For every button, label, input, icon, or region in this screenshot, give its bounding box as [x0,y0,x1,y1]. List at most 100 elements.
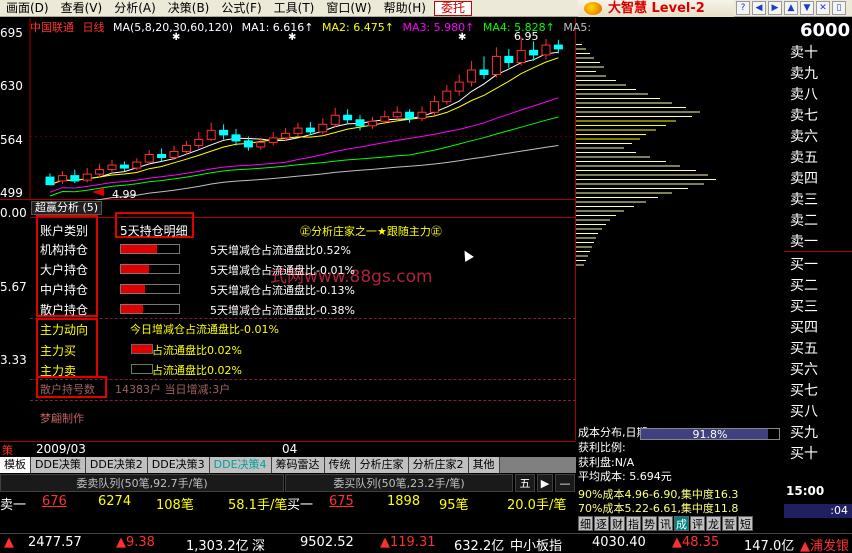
vap-bar [576,111,700,113]
help-icon[interactable]: ? [736,1,750,15]
info-button[interactable]: 细 [578,516,593,531]
info-button[interactable]: 龙 [706,516,721,531]
holding-bar [120,304,180,314]
kline-chart[interactable]: 中国联通 日线 MA(5,8,20,30,60,120) MA1: 6.616↑… [0,18,591,200]
info-button[interactable]: 誓 [722,516,737,531]
five-level-button[interactable]: 五 [515,474,535,492]
indicator-tab[interactable]: DDE决策4 [209,457,272,473]
holding-label: 中户持仓 [40,283,89,297]
candle-body [293,127,303,134]
info-button[interactable]: 讯 [658,516,673,531]
event-star-icon: ✱ [288,32,296,43]
vap-bar [576,188,688,189]
vap-bar [576,264,584,266]
next-arrow-button[interactable]: ▶ [537,474,553,492]
indicator-tab[interactable]: DDE决策3 [147,457,210,473]
bid-level-label: 买九 [790,425,818,441]
ask-level-label: 卖九 [790,66,818,82]
indicator-tab[interactable]: 筹码雷达 [271,457,325,473]
arrow-down-icon[interactable]: ▼ [800,1,814,15]
bid-level-label: 买七 [790,383,818,399]
candle-body [467,69,477,83]
main-buy-text: 占流通盘比0.02% [152,344,242,357]
info-button[interactable]: 逐 [594,516,609,531]
info-buttons: 细逐财指势讯成评龙誓短 [578,516,753,531]
vap-bar [576,251,590,252]
info-button[interactable]: 短 [738,516,753,531]
vap-bar [576,89,636,90]
holding-label: 大户持仓 [40,263,89,277]
brand-logo-icon [584,2,602,15]
menu-item[interactable]: 画面(D) [0,0,55,17]
ticker-sme-amount: 147.0亿 [744,539,795,553]
toolbar-icons: ? ◀ ▶ ▲ ▼ ✕ ▯ [736,1,846,16]
ask-level-label: 卖七 [790,108,818,124]
buy-one-row: 买一 675 1898 95笔 20.0手/笔 [287,494,569,513]
vap-bar [576,165,680,167]
bid-level-label: 买四 [790,320,818,336]
ask-level-label: 卖五 [790,150,818,166]
menu-item[interactable]: 决策(B) [162,0,216,17]
price-label-right: 6000 [800,20,851,41]
info-button[interactable]: 势 [642,516,657,531]
vap-bar [576,197,658,198]
bid-level-label: 买八 [790,404,818,420]
close-window-icon[interactable]: ✕ [816,1,830,15]
menu-item[interactable]: 公式(F) [215,0,267,17]
menu-item[interactable]: 帮助(H) [378,0,432,17]
indicator-tab[interactable]: 分析庄家2 [408,457,469,473]
ticker-sz-index: 9502.52 [300,535,354,550]
candle-body [429,101,439,113]
vap-bar [576,206,634,207]
indicator-tab[interactable]: DDE决策2 [85,457,148,473]
vap-bar [576,116,692,117]
ask-level-label: 卖四 [790,171,818,187]
section-divider [30,379,576,380]
bid-level-label: 买六 [790,362,818,378]
candle-body [231,134,241,142]
arrow-up-icon[interactable]: ▲ [784,1,798,15]
holding-text: 5天增减仓占流通盘比0.52% [210,244,351,257]
candle-body [256,141,266,148]
indicator-tab[interactable]: 其他 [468,457,500,473]
holding-bar [120,264,180,274]
panel-title[interactable]: 超赢分析 (5) [31,201,103,215]
holding-label: 散户持仓 [40,303,89,317]
info-button[interactable]: 财 [610,516,625,531]
vap-bar [576,183,704,185]
ticker-sme-label: 中小板指 [510,539,563,553]
candle-body [219,129,229,136]
info-button[interactable]: 评 [690,516,705,531]
panel-y-tick: 0.00 [0,206,27,220]
arrow-left-icon[interactable]: ◀ [752,1,766,15]
vap-bar [576,44,582,45]
sell-queue-header[interactable]: 委卖队列(50笔,92.7手/笔) [0,474,284,492]
indicator-tab[interactable]: DDE决策 [31,457,86,473]
indicator-tab[interactable]: 模板 [0,457,31,473]
ma-line [49,97,559,193]
ask-level-label: 卖二 [790,213,818,229]
menu-item[interactable]: 查看(V) [55,0,109,17]
event-star-icon: ✱ [172,32,180,43]
info-button[interactable]: 指 [626,516,641,531]
candle-body [107,164,117,171]
bid-level-label: 买一 [790,257,818,273]
vap-bar [576,210,624,212]
folder-icon[interactable]: ▯ [832,1,846,15]
candle-body [491,55,501,76]
kline-svg: 6.95 4.99 ✱ ✱ ✱ [29,18,576,200]
candle-body [330,114,340,125]
info-button[interactable]: 成 [674,516,689,531]
menu-item-active[interactable]: 委托 [433,0,472,16]
buy-queue-header[interactable]: 委买队列(50笔,23.2手/笔) [285,474,513,492]
main-trend-label: 主力动向 [40,323,89,337]
vap-bar [576,143,632,144]
arrow-right-icon[interactable]: ▶ [768,1,782,15]
menu-item[interactable]: 工具(T) [268,0,321,17]
menu-item[interactable]: 分析(A) [108,0,162,17]
collapse-button[interactable]: — [555,474,575,492]
menu-item[interactable]: 窗口(W) [320,0,377,17]
indicator-tab[interactable]: 传统 [324,457,356,473]
center-note: ㊣分析庄家之一★跟随主力㊣ [300,225,442,238]
indicator-tab[interactable]: 分析庄家 [355,457,409,473]
